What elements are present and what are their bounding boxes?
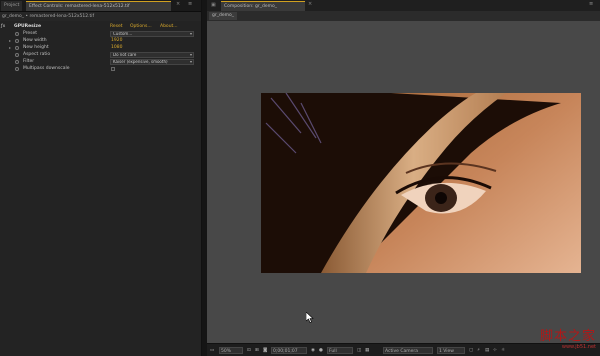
left-tab-bar: Project Effect Controls: remastered-lena… (0, 0, 201, 12)
comp-subtab-bar: gr_demo_ (207, 11, 600, 21)
fx-icon[interactable]: ƒx (1, 23, 5, 30)
dropdown-value: Kaiser (expensive, smooth) (113, 59, 168, 64)
dropdown-arrow-icon: ▾ (189, 59, 192, 64)
stopwatch-icon[interactable] (15, 67, 19, 71)
watermark: 脚本之家 www.jb51.net (540, 325, 596, 350)
tab-effect-controls[interactable]: Effect Controls: remastered-lena-512x512… (26, 1, 171, 11)
subtab-gr-demo[interactable]: gr_demo_ (209, 12, 237, 20)
toggle-pixel-aspect-icon[interactable]: ▢ (469, 347, 473, 354)
snapshot-icon[interactable]: ◙ (263, 347, 267, 354)
property-row-new-height: ▸ New height 1080 (0, 45, 202, 51)
title-action-safe-icon[interactable]: ⊡ (247, 347, 251, 354)
comp-tab-bar: ▣ Composition: gr_demo_ × ≡ gr_demo_ (207, 0, 600, 21)
flowchart-icon[interactable]: ⊹ (493, 347, 497, 354)
stopwatch-icon[interactable] (15, 39, 19, 43)
view-layout-dropdown[interactable]: 1 View (437, 347, 465, 354)
color-channel-icon[interactable]: ● (319, 347, 323, 354)
layer-breadcrumb: gr_demo_ • remastered-lena-512x512.tif (0, 12, 201, 21)
property-row-multipass: Multipass downscale (0, 66, 202, 72)
always-preview-icon[interactable]: ▭ (210, 347, 214, 354)
exposure-icon[interactable]: ☼ (501, 347, 505, 354)
tab-project[interactable]: Project (1, 1, 23, 11)
property-label: Preset (23, 31, 38, 36)
property-row-preset: Preset Custom... ▾ (0, 31, 202, 37)
effect-controls-panel: Project Effect Controls: remastered-lena… (0, 0, 202, 356)
filter-dropdown[interactable]: Kaiser (expensive, smooth) ▾ (110, 59, 194, 65)
about-link[interactable]: About... (160, 23, 178, 30)
effect-name[interactable]: GPUResize (14, 23, 41, 30)
grid-icon[interactable]: ⊞ (255, 347, 259, 354)
dropdown-value: Do not care (113, 52, 137, 57)
property-row-aspect-ratio: Aspect ratio Do not care ▾ (0, 52, 202, 58)
lock-icon[interactable]: ▣ (211, 2, 216, 8)
property-label: Filter (23, 59, 35, 64)
view-layout-value: 1 View (439, 349, 454, 354)
resolution-dropdown[interactable]: Full (327, 347, 353, 354)
watermark-url: www.jb51.net (561, 344, 596, 350)
stopwatch-icon[interactable] (15, 32, 19, 36)
twirl-down-icon[interactable]: ▸ (9, 38, 11, 44)
twirl-down-icon[interactable]: ▸ (9, 45, 11, 51)
timecode-value: 0;00;01;07 (273, 349, 298, 354)
property-row-new-width: ▸ New width 1920 (0, 38, 202, 44)
mouse-cursor-icon (306, 312, 314, 323)
new-width-value[interactable]: 1920 (111, 38, 122, 44)
fast-preview-icon[interactable]: ⚡ (477, 347, 480, 354)
property-row-filter: Filter Kaiser (expensive, smooth) ▾ (0, 59, 202, 65)
transparency-grid-icon[interactable]: ▦ (365, 347, 369, 354)
resolution-value: Full (329, 349, 337, 354)
camera-view-value: Active Camera (385, 349, 419, 354)
reset-link[interactable]: Reset (110, 23, 123, 30)
dropdown-arrow-icon: ▾ (189, 52, 192, 57)
composition-viewer[interactable] (207, 21, 600, 343)
region-of-interest-icon[interactable]: ◫ (357, 347, 361, 354)
stopwatch-icon[interactable] (15, 53, 19, 57)
new-height-value[interactable]: 1080 (111, 45, 122, 51)
camera-view-dropdown[interactable]: Active Camera (383, 347, 433, 354)
lena-image (261, 93, 581, 273)
stopwatch-icon[interactable] (15, 46, 19, 50)
zoom-dropdown[interactable]: 50% (219, 347, 243, 354)
property-label: New height (23, 45, 49, 50)
close-tab-icon[interactable]: × (308, 1, 312, 7)
property-label: Aspect ratio (23, 52, 51, 57)
panel-menu-icon[interactable]: ≡ (188, 1, 192, 7)
multipass-checkbox[interactable] (111, 67, 115, 71)
watermark-title: 脚本之家 (539, 329, 596, 344)
lena-image-art (261, 93, 581, 273)
tab-composition[interactable]: Composition: gr_demo_ (221, 1, 305, 11)
aspect-ratio-dropdown[interactable]: Do not care ▾ (110, 52, 194, 58)
dropdown-arrow-icon: ▾ (189, 31, 192, 36)
property-label: New width (23, 38, 47, 43)
close-tab-icon[interactable]: × (176, 1, 180, 7)
timeline-icon[interactable]: ▤ (485, 347, 489, 354)
preset-dropdown[interactable]: Custom... ▾ (110, 31, 194, 37)
options-link[interactable]: Options... (130, 23, 152, 30)
zoom-value: 50% (221, 349, 232, 354)
effect-header: ƒx GPUResize Reset Options... About... (0, 23, 202, 30)
stopwatch-icon[interactable] (15, 60, 19, 64)
dropdown-value: Custom... (113, 31, 133, 36)
camera-icon[interactable]: ◉ (311, 347, 315, 354)
property-label: Multipass downscale (23, 66, 70, 71)
composition-panel: ▣ Composition: gr_demo_ × ≡ gr_demo_ ▭ 5… (207, 0, 600, 356)
panel-menu-icon[interactable]: ≡ (589, 1, 593, 7)
timecode-field[interactable]: 0;00;01;07 (271, 347, 307, 354)
